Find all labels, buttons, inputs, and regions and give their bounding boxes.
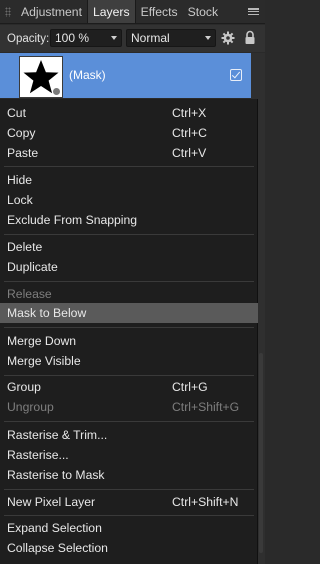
menu-item-label: Merge Down	[7, 334, 77, 348]
menu-item-copy[interactable]: Copy Ctrl+C	[0, 123, 258, 143]
menu-item-rasterise-to-mask[interactable]: Rasterise to Mask	[0, 465, 258, 485]
context-menu: Cut Ctrl+X Copy Ctrl+C Paste Ctrl+V Hide…	[0, 99, 258, 564]
opacity-value: 100 %	[55, 31, 90, 45]
opacity-label: Opacity:	[7, 32, 50, 45]
menu-item-label: Mask to Below	[7, 306, 87, 320]
menu-item-duplicate[interactable]: Duplicate	[0, 257, 258, 277]
chevron-down-icon	[111, 36, 117, 40]
menu-item-group[interactable]: Group Ctrl+G	[0, 377, 258, 397]
menu-item-label: Rasterise...	[7, 448, 69, 462]
menu-item-label: Merge Visible	[7, 354, 81, 368]
menu-separator	[4, 234, 254, 235]
menu-item-label: Rasterise & Trim...	[7, 428, 108, 442]
menu-item-exclude-from-snapping[interactable]: Exclude From Snapping	[0, 210, 258, 230]
menu-item-delete[interactable]: Delete	[0, 237, 258, 257]
menu-item-label: Collapse Selection	[7, 541, 108, 555]
menu-item-new-pixel-layer[interactable]: New Pixel Layer Ctrl+Shift+N	[0, 492, 258, 512]
menu-item-rasterise-trim[interactable]: Rasterise & Trim...	[0, 425, 258, 445]
layers-panel: Adjustment Layers Effects Stock Opacity:…	[0, 0, 265, 564]
menu-item-label: Paste	[7, 146, 39, 160]
menu-item-shortcut: Ctrl+V	[172, 146, 207, 160]
menu-separator	[4, 489, 254, 490]
chevron-down-icon	[205, 36, 211, 40]
menu-separator	[4, 515, 254, 516]
menu-separator	[4, 166, 254, 167]
menu-item-hide[interactable]: Hide	[0, 170, 258, 190]
menu-item-label: Copy	[7, 126, 36, 140]
menu-item-mask-to-below[interactable]: Mask to Below	[0, 303, 258, 323]
menu-item-shortcut: Ctrl+Shift+N	[172, 495, 239, 509]
menu-item-merge-down[interactable]: Merge Down	[0, 331, 258, 351]
scrollbar[interactable]	[259, 353, 263, 553]
menu-item-expand-selection[interactable]: Expand Selection	[0, 518, 258, 538]
menu-separator	[4, 327, 254, 328]
tab-stock[interactable]: Stock	[183, 0, 223, 23]
blend-mode-value: Normal	[131, 31, 170, 45]
menu-item-shortcut: Ctrl+Shift+G	[172, 400, 240, 414]
menu-item-cut[interactable]: Cut Ctrl+X	[0, 103, 258, 123]
menu-item-label: Lock	[7, 193, 33, 207]
menu-separator	[4, 281, 254, 282]
menu-item-label: Rasterise to Mask	[7, 468, 105, 482]
blend-mode-dropdown[interactable]: Normal	[126, 29, 216, 47]
mask-badge-icon	[53, 88, 60, 95]
lock-icon[interactable]	[244, 30, 256, 45]
menu-separator	[4, 421, 254, 422]
layer-thumbnail	[19, 56, 63, 98]
menu-item-release: Release	[0, 284, 258, 304]
opacity-dropdown[interactable]: 100 %	[50, 29, 122, 47]
menu-separator	[4, 375, 254, 376]
menu-item-paste[interactable]: Paste Ctrl+V	[0, 143, 258, 163]
tab-effects[interactable]: Effects	[136, 0, 183, 23]
tab-layers[interactable]: Layers	[86, 0, 136, 23]
gear-icon[interactable]	[221, 31, 235, 45]
menu-item-label: Cut	[7, 106, 26, 120]
layers-toolbar: Opacity: 100 % Normal	[0, 25, 265, 52]
panel-tab-bar: Adjustment Layers Effects Stock	[0, 0, 265, 24]
menu-item-label: New Pixel Layer	[7, 495, 96, 509]
menu-item-ungroup: Ungroup Ctrl+Shift+G	[0, 397, 258, 417]
menu-item-lock[interactable]: Lock	[0, 190, 258, 210]
panel-menu-icon[interactable]	[247, 5, 260, 18]
menu-item-merge-visible[interactable]: Merge Visible	[0, 351, 258, 371]
menu-item-label: Duplicate	[7, 260, 58, 274]
menu-item-shortcut: Ctrl+G	[172, 380, 208, 394]
menu-item-label: Release	[7, 287, 52, 301]
menu-item-label: Hide	[7, 173, 33, 187]
menu-item-collapse-selection[interactable]: Collapse Selection	[0, 538, 258, 558]
menu-item-rasterise[interactable]: Rasterise...	[0, 445, 258, 465]
layer-visibility-checkbox[interactable]	[230, 69, 242, 81]
menu-item-label: Group	[7, 380, 41, 394]
panel-grip-handle[interactable]	[0, 0, 16, 24]
menu-item-shortcut: Ctrl+C	[172, 126, 207, 140]
menu-item-label: Exclude From Snapping	[7, 213, 138, 227]
tab-adjustment[interactable]: Adjustment	[16, 0, 87, 23]
menu-item-label: Expand Selection	[7, 521, 102, 535]
menu-item-label: Delete	[7, 240, 43, 254]
layer-name: (Mask)	[69, 68, 106, 82]
menu-item-shortcut: Ctrl+X	[172, 106, 207, 120]
layer-row-mask[interactable]: (Mask)	[0, 53, 251, 98]
menu-item-label: Ungroup	[7, 400, 54, 414]
